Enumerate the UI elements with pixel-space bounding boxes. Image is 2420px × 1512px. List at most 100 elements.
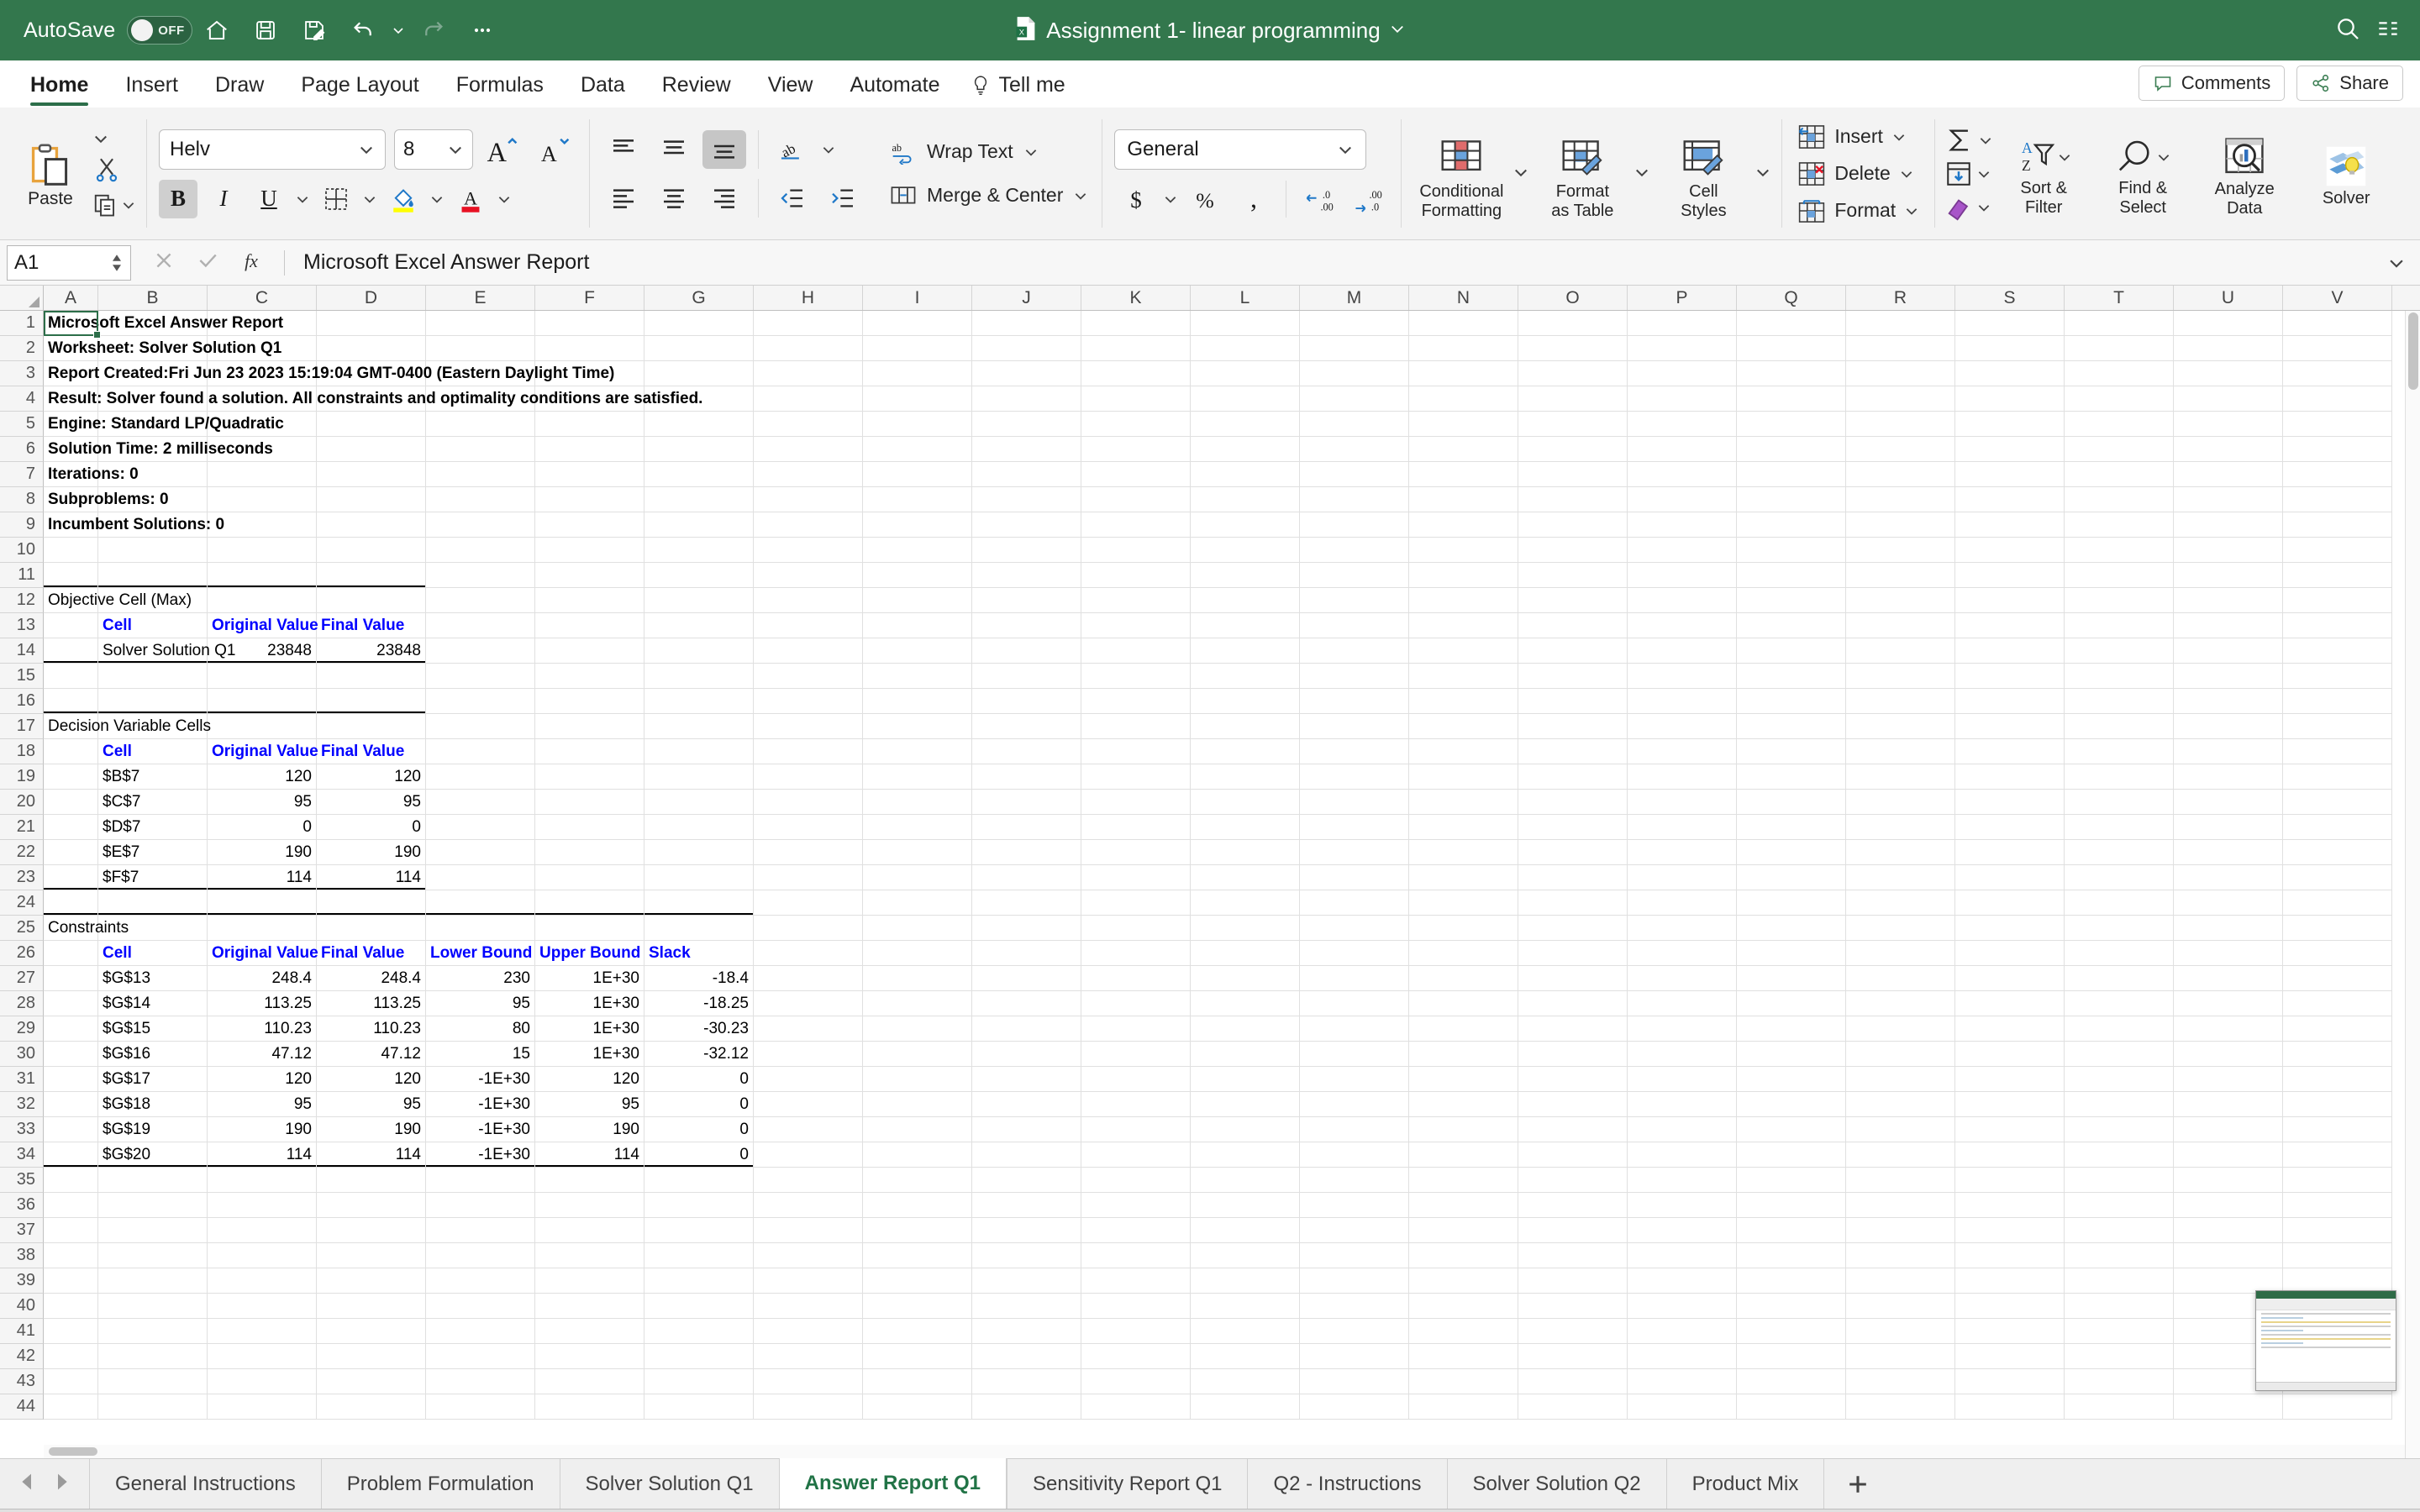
cell-B11[interactable] (98, 563, 208, 588)
cell-L33[interactable] (1191, 1117, 1300, 1142)
cell-I12[interactable] (863, 588, 972, 613)
cell-H28[interactable] (754, 991, 863, 1016)
cell-K40[interactable] (1081, 1294, 1191, 1319)
cell-O10[interactable] (1518, 538, 1628, 563)
cell-U14[interactable] (2174, 638, 2283, 664)
cell-R17[interactable] (1846, 714, 1955, 739)
row-header-2[interactable]: 2 (0, 336, 44, 361)
cell-E32[interactable]: -1E+30 (426, 1092, 535, 1117)
cell-S8[interactable] (1955, 487, 2065, 512)
cell-A17[interactable]: Decision Variable Cells (44, 714, 211, 739)
cell-G29[interactable]: -30.23 (644, 1016, 754, 1042)
cell-T32[interactable] (2065, 1092, 2174, 1117)
cell-I44[interactable] (863, 1394, 972, 1420)
cell-B16[interactable] (98, 689, 208, 714)
cell-B13[interactable]: Cell (98, 613, 208, 638)
cell-R21[interactable] (1846, 815, 1955, 840)
underline-button[interactable]: U (250, 180, 288, 218)
cell-O25[interactable] (1518, 916, 1628, 941)
cell-P27[interactable] (1628, 966, 1737, 991)
cell-K33[interactable] (1081, 1117, 1191, 1142)
cell-R24[interactable] (1846, 890, 1955, 916)
cell-H40[interactable] (754, 1294, 863, 1319)
cell-I31[interactable] (863, 1067, 972, 1092)
cell-E23[interactable] (426, 865, 535, 890)
cell-M4[interactable] (1300, 386, 1409, 412)
cell-A19[interactable] (44, 764, 98, 790)
cell-E31[interactable]: -1E+30 (426, 1067, 535, 1092)
cell-R14[interactable] (1846, 638, 1955, 664)
cell-O15[interactable] (1518, 664, 1628, 689)
cell-F10[interactable] (535, 538, 644, 563)
cell-O20[interactable] (1518, 790, 1628, 815)
cell-F42[interactable] (535, 1344, 644, 1369)
increase-indent-icon[interactable] (821, 179, 865, 218)
cell-O17[interactable] (1518, 714, 1628, 739)
cell-V30[interactable] (2283, 1042, 2392, 1067)
cell-D41[interactable] (317, 1319, 426, 1344)
cell-L2[interactable] (1191, 336, 1300, 361)
cell-Q39[interactable] (1737, 1268, 1846, 1294)
cell-L6[interactable] (1191, 437, 1300, 462)
cell-T7[interactable] (2065, 462, 2174, 487)
cell-M36[interactable] (1300, 1193, 1409, 1218)
row-header-43[interactable]: 43 (0, 1369, 44, 1394)
cell-M9[interactable] (1300, 512, 1409, 538)
cell-U9[interactable] (2174, 512, 2283, 538)
cell-I3[interactable] (863, 361, 972, 386)
cell-V19[interactable] (2283, 764, 2392, 790)
previous-sheet-icon[interactable] (18, 1472, 37, 1496)
cell-P9[interactable] (1628, 512, 1737, 538)
cell-Q5[interactable] (1737, 412, 1846, 437)
cell-L43[interactable] (1191, 1369, 1300, 1394)
cell-O34[interactable] (1518, 1142, 1628, 1168)
row-header-40[interactable]: 40 (0, 1294, 44, 1319)
cell-S34[interactable] (1955, 1142, 2065, 1168)
row-header-8[interactable]: 8 (0, 487, 44, 512)
row-header-13[interactable]: 13 (0, 613, 44, 638)
cell-B31[interactable]: $G$17 (98, 1067, 208, 1092)
row-header-14[interactable]: 14 (0, 638, 44, 664)
cell-I10[interactable] (863, 538, 972, 563)
cell-P40[interactable] (1628, 1294, 1737, 1319)
bold-button[interactable]: B (159, 179, 197, 218)
cell-A29[interactable] (44, 1016, 98, 1042)
cell-V17[interactable] (2283, 714, 2392, 739)
cell-J31[interactable] (972, 1067, 1081, 1092)
cell-V3[interactable] (2283, 361, 2392, 386)
cell-O40[interactable] (1518, 1294, 1628, 1319)
column-header-H[interactable]: H (754, 286, 863, 310)
align-bottom-icon[interactable] (702, 129, 746, 169)
cell-N43[interactable] (1409, 1369, 1518, 1394)
cell-C14[interactable]: 23848 (208, 638, 317, 664)
autosave-toggle[interactable]: OFF (127, 16, 193, 45)
cell-V11[interactable] (2283, 563, 2392, 588)
cell-T30[interactable] (2065, 1042, 2174, 1067)
font-color-icon[interactable]: A (451, 180, 490, 218)
cell-R42[interactable] (1846, 1344, 1955, 1369)
cell-M13[interactable] (1300, 613, 1409, 638)
font-name-select[interactable]: Helv (159, 129, 386, 170)
delete-cells-button[interactable]: Delete (1792, 159, 1924, 189)
row-header-19[interactable]: 19 (0, 764, 44, 790)
cell-J9[interactable] (972, 512, 1081, 538)
cell-N35[interactable] (1409, 1168, 1518, 1193)
cell-H13[interactable] (754, 613, 863, 638)
cell-I17[interactable] (863, 714, 972, 739)
row-header-12[interactable]: 12 (0, 588, 44, 613)
cell-J34[interactable] (972, 1142, 1081, 1168)
cell-C16[interactable] (208, 689, 317, 714)
cell-F11[interactable] (535, 563, 644, 588)
cell-P6[interactable] (1628, 437, 1737, 462)
cell-P23[interactable] (1628, 865, 1737, 890)
cell-P26[interactable] (1628, 941, 1737, 966)
find-select-button[interactable]: Find & Select (2094, 130, 2191, 218)
cell-V33[interactable] (2283, 1117, 2392, 1142)
cell-Q15[interactable] (1737, 664, 1846, 689)
borders-dropdown-caret[interactable] (362, 192, 377, 207)
cell-V2[interactable] (2283, 336, 2392, 361)
cell-V8[interactable] (2283, 487, 2392, 512)
cell-R5[interactable] (1846, 412, 1955, 437)
cell-C38[interactable] (208, 1243, 317, 1268)
cell-J11[interactable] (972, 563, 1081, 588)
